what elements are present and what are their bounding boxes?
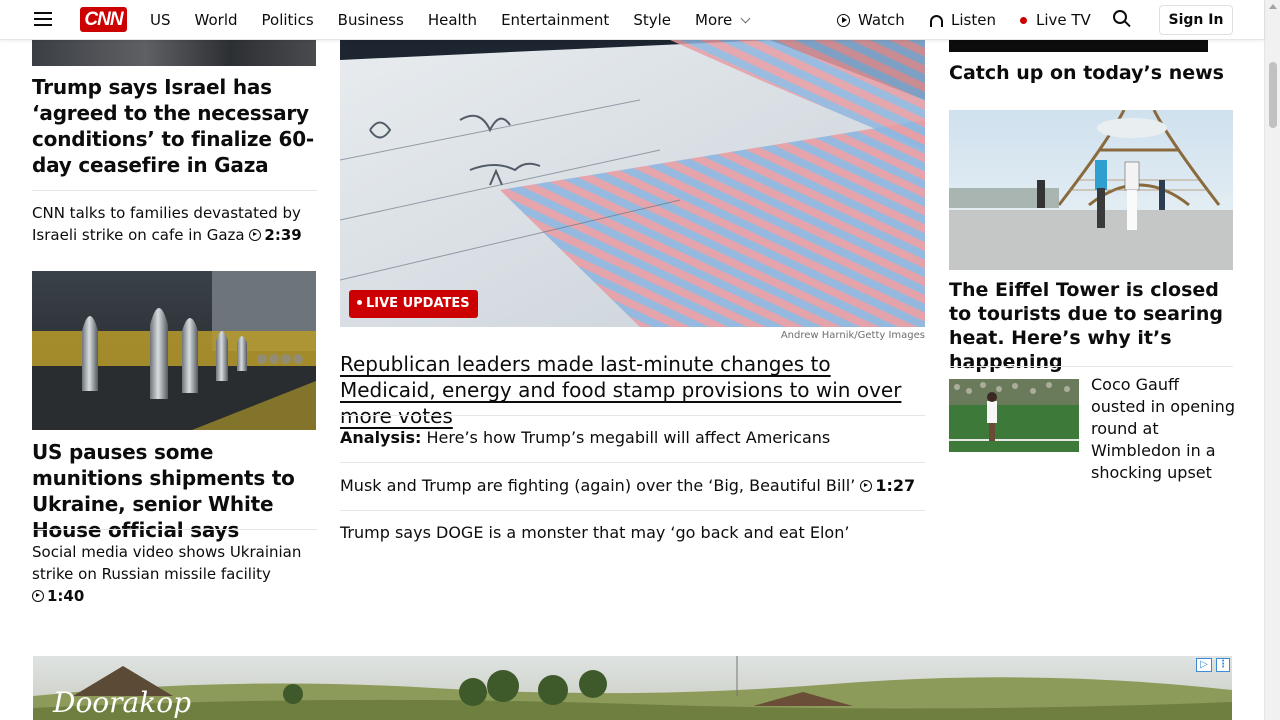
ballot-sheets-photo	[340, 40, 925, 327]
left-story2-headline[interactable]: US pauses some munitions shipments to Uk…	[32, 439, 322, 543]
nav-politics[interactable]: Politics	[262, 11, 314, 29]
play-icon	[837, 13, 850, 27]
play-icon	[32, 590, 44, 602]
nav-world[interactable]: World	[195, 11, 238, 29]
headphones-icon	[930, 15, 943, 27]
nav-more[interactable]: More	[695, 11, 751, 29]
chevron-down-icon	[740, 13, 751, 23]
search-icon[interactable]	[1113, 10, 1131, 28]
top-nav-bar: CNN US World Politics Business Health En…	[0, 0, 1264, 40]
ad-landscape-image	[33, 656, 1232, 720]
video-thumbnail-strip[interactable]	[949, 40, 1208, 52]
ad-logo-text: Doorakop	[53, 686, 191, 719]
adchoices-icon[interactable]: ▷	[1196, 658, 1212, 672]
left-video2-text: Social media video shows Ukrainian strik…	[32, 543, 302, 583]
divider	[340, 415, 925, 416]
divider	[340, 510, 925, 511]
center-item1[interactable]: Analysis: Here’s how Trump’s megabill wi…	[340, 427, 925, 449]
ad-banner[interactable]: Doorakop ▷ ⋮	[33, 656, 1232, 720]
left-video1[interactable]: CNN talks to families devastated by Isra…	[32, 202, 322, 246]
right-story1-headline[interactable]: The Eiffel Tower is closed to tourists d…	[949, 278, 1233, 374]
analysis-prefix: Analysis:	[340, 428, 422, 447]
menu-icon[interactable]	[34, 12, 52, 26]
scroll-up-arrow-icon[interactable]	[1269, 4, 1277, 9]
live-updates-label: LIVE UPDATES	[366, 296, 470, 311]
video-duration: 1:27	[860, 476, 915, 495]
divider	[340, 462, 925, 463]
play-icon	[249, 229, 262, 241]
nav-business[interactable]: Business	[338, 11, 404, 29]
divider	[32, 190, 317, 191]
ad-more-options-icon[interactable]: ⋮	[1216, 658, 1230, 672]
munitions-image[interactable]	[32, 271, 316, 430]
play-icon	[860, 480, 873, 492]
lead-headline[interactable]: Republican leaders made last-minute chan…	[340, 351, 925, 429]
right-story2-headline[interactable]: Coco Gauff ousted in opening round at Wi…	[1091, 374, 1236, 484]
watch-link[interactable]: Watch	[837, 0, 905, 40]
listen-label: Listen	[951, 11, 996, 29]
watch-label: Watch	[858, 11, 905, 29]
listen-link[interactable]: Listen	[930, 0, 996, 40]
live-tv-link[interactable]: Live TV	[1020, 0, 1091, 40]
live-updates-badge[interactable]: LIVE UPDATES	[349, 290, 478, 318]
center-item2-duration: 1:27	[875, 476, 916, 495]
center-item1-text: Here’s how Trump’s megabill will affect …	[426, 428, 831, 447]
left-video2[interactable]: Social media video shows Ukrainian strik…	[32, 541, 322, 607]
video-duration: 1:40	[32, 587, 84, 605]
live-tv-label: Live TV	[1036, 11, 1091, 29]
left-video1-duration: 2:39	[264, 226, 302, 244]
divider	[949, 366, 1233, 367]
nav-entertainment[interactable]: Entertainment	[501, 11, 609, 29]
cnn-logo[interactable]: CNN	[80, 7, 127, 32]
scrollbar-thumb[interactable]	[1269, 62, 1277, 128]
left-video2-duration: 1:40	[47, 587, 85, 605]
center-item2[interactable]: Musk and Trump are fighting (again) over…	[340, 475, 925, 497]
page-scrollbar[interactable]	[1264, 0, 1280, 720]
nav-us[interactable]: US	[150, 11, 171, 29]
live-dot-icon	[1020, 16, 1027, 24]
live-dot-icon	[357, 300, 362, 305]
main-nav: US World Politics Business Health Entert…	[150, 0, 773, 40]
center-item3[interactable]: Trump says DOGE is a monster that may ‘g…	[340, 522, 925, 544]
lead-story-image[interactable]	[340, 40, 925, 327]
video-duration: 2:39	[249, 226, 302, 244]
nav-health[interactable]: Health	[428, 11, 477, 29]
wimbledon-image[interactable]	[949, 379, 1079, 452]
nav-style[interactable]: Style	[633, 11, 671, 29]
eiffel-tower-image[interactable]	[949, 110, 1233, 270]
divider	[32, 529, 317, 530]
sign-in-button[interactable]: Sign In	[1159, 5, 1233, 35]
center-item2-text: Musk and Trump are fighting (again) over…	[340, 476, 856, 495]
catch-up-heading[interactable]: Catch up on today’s news	[949, 61, 1239, 86]
eiffel-tower-photo	[949, 110, 1233, 270]
story-image-top-left[interactable]	[32, 40, 316, 66]
tennis-photo	[949, 379, 1079, 452]
left-story1-headline[interactable]: Trump says Israel has ‘agreed to the nec…	[32, 74, 322, 178]
image-credit: Andrew Harnik/Getty Images	[780, 330, 925, 341]
nav-more-label: More	[695, 11, 733, 29]
munitions-photo	[32, 271, 316, 430]
